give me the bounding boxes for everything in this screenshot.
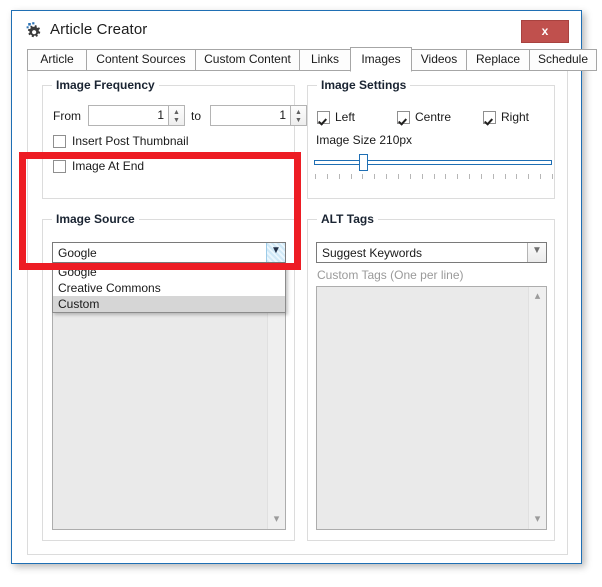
spin-down-icon: ▼ bbox=[295, 117, 302, 124]
align-left-checkbox[interactable] bbox=[317, 111, 330, 124]
image-source-textarea-scrollbar[interactable]: ▾ bbox=[267, 279, 285, 529]
tab-strip: Article Content Sources Custom Content L… bbox=[27, 47, 597, 72]
slider-tick bbox=[505, 174, 506, 179]
from-input-value: 1 bbox=[157, 108, 164, 122]
image-source-title: Image Source bbox=[52, 212, 139, 226]
slider-ticks bbox=[315, 174, 553, 179]
image-source-combobox[interactable]: Google ▼ bbox=[52, 242, 286, 263]
alt-tags-combobox[interactable]: Suggest Keywords ▼ bbox=[316, 242, 547, 263]
slider-tick bbox=[445, 174, 446, 179]
slider-tick bbox=[422, 174, 423, 179]
dropdown-option-creative-commons[interactable]: Creative Commons bbox=[53, 280, 285, 296]
to-label: to bbox=[191, 109, 202, 123]
tab-images[interactable]: Images bbox=[350, 47, 412, 72]
chevron-down-icon: ▼ bbox=[271, 245, 281, 256]
to-input[interactable]: 1 ▲ ▼ bbox=[210, 105, 307, 126]
align-left-label: Left bbox=[335, 110, 356, 124]
insert-post-thumbnail-checkbox[interactable] bbox=[53, 135, 66, 148]
close-button[interactable]: x bbox=[521, 20, 569, 43]
alt-tags-group: ALT Tags Suggest Keywords ▼ Custom Tags … bbox=[307, 212, 555, 541]
image-settings-group: Image Settings Left Centre Right Image S… bbox=[307, 78, 555, 199]
slider-tick bbox=[362, 174, 363, 179]
tab-replace[interactable]: Replace bbox=[466, 49, 530, 71]
image-source-group: Image Source Google ▼ Google Creative Co… bbox=[42, 212, 295, 541]
tab-videos[interactable]: Videos bbox=[411, 49, 467, 71]
slider-tick bbox=[327, 174, 328, 179]
scroll-down-icon[interactable]: ▾ bbox=[529, 514, 546, 525]
title-bar: Article Creator x bbox=[16, 15, 577, 49]
dropdown-option-custom[interactable]: Custom bbox=[53, 296, 285, 312]
slider-tick bbox=[351, 174, 352, 179]
gear-icon bbox=[26, 22, 44, 40]
from-input[interactable]: 1 ▲ ▼ bbox=[88, 105, 185, 126]
custom-tags-label: Custom Tags (One per line) bbox=[317, 268, 464, 282]
tab-schedule[interactable]: Schedule bbox=[529, 49, 597, 71]
slider-tick bbox=[493, 174, 494, 179]
window-title: Article Creator bbox=[50, 21, 148, 38]
slider-tick bbox=[481, 174, 482, 179]
slider-tick bbox=[386, 174, 387, 179]
slider-tick bbox=[552, 174, 553, 179]
image-source-textarea[interactable]: ▾ bbox=[52, 278, 286, 530]
spin-down-icon: ▼ bbox=[173, 117, 180, 124]
tab-content-sources[interactable]: Content Sources bbox=[86, 49, 196, 71]
from-label: From bbox=[53, 109, 81, 123]
spin-up-icon: ▲ bbox=[295, 109, 302, 116]
application-window: Article Creator x Article Content Source… bbox=[11, 10, 597, 564]
custom-tags-textarea-scrollbar[interactable]: ▴ ▾ bbox=[528, 287, 546, 529]
slider-tick bbox=[315, 174, 316, 179]
slider-tick bbox=[410, 174, 411, 179]
spin-up-icon: ▲ bbox=[173, 109, 180, 116]
slider-tick bbox=[516, 174, 517, 179]
slider-track[interactable] bbox=[314, 160, 552, 165]
slider-thumb[interactable] bbox=[359, 154, 368, 171]
scroll-up-icon[interactable]: ▴ bbox=[529, 291, 546, 302]
image-frequency-title: Image Frequency bbox=[52, 78, 159, 92]
image-settings-title: Image Settings bbox=[317, 78, 411, 92]
alt-tags-dropdown-button[interactable]: ▼ bbox=[527, 243, 546, 262]
align-centre-label: Centre bbox=[415, 110, 452, 124]
image-size-slider[interactable] bbox=[314, 154, 554, 180]
align-right-label: Right bbox=[501, 110, 530, 124]
image-size-label: Image Size 210px bbox=[316, 133, 413, 147]
images-tab-panel: Image Frequency From 1 ▲ ▼ to 1 ▲ ▼ Inse… bbox=[27, 71, 568, 555]
slider-tick bbox=[434, 174, 435, 179]
custom-tags-textarea[interactable]: ▴ ▾ bbox=[316, 286, 547, 530]
slider-tick bbox=[398, 174, 399, 179]
window-inner-frame: Article Creator x Article Content Source… bbox=[15, 14, 597, 560]
to-spinner[interactable]: ▲ ▼ bbox=[290, 105, 307, 126]
slider-tick bbox=[457, 174, 458, 179]
chevron-down-icon: ▼ bbox=[532, 245, 542, 256]
slider-tick bbox=[540, 174, 541, 179]
alt-tags-title: ALT Tags bbox=[317, 212, 378, 226]
image-frequency-group: Image Frequency From 1 ▲ ▼ to 1 ▲ ▼ Inse… bbox=[42, 78, 307, 199]
align-right-checkbox[interactable] bbox=[483, 111, 496, 124]
dropdown-option-google[interactable]: Google bbox=[53, 264, 285, 280]
tab-custom-content[interactable]: Custom Content bbox=[195, 49, 300, 71]
alt-tags-selected-value: Suggest Keywords bbox=[322, 246, 423, 260]
slider-tick bbox=[528, 174, 529, 179]
insert-post-thumbnail-label: Insert Post Thumbnail bbox=[72, 134, 189, 148]
slider-tick bbox=[339, 174, 340, 179]
image-source-dropdown-button[interactable]: ▼ bbox=[266, 243, 285, 262]
from-spinner[interactable]: ▲ ▼ bbox=[168, 105, 185, 126]
image-at-end-checkbox[interactable] bbox=[53, 160, 66, 173]
image-source-selected-value: Google bbox=[58, 246, 97, 260]
image-source-dropdown-list[interactable]: Google Creative Commons Custom bbox=[52, 263, 286, 313]
scroll-down-icon[interactable]: ▾ bbox=[268, 514, 285, 525]
slider-tick bbox=[469, 174, 470, 179]
image-at-end-label: Image At End bbox=[72, 159, 145, 173]
to-input-value: 1 bbox=[279, 108, 286, 122]
slider-tick bbox=[374, 174, 375, 179]
tab-links[interactable]: Links bbox=[299, 49, 351, 71]
align-centre-checkbox[interactable] bbox=[397, 111, 410, 124]
tab-article[interactable]: Article bbox=[27, 49, 87, 71]
